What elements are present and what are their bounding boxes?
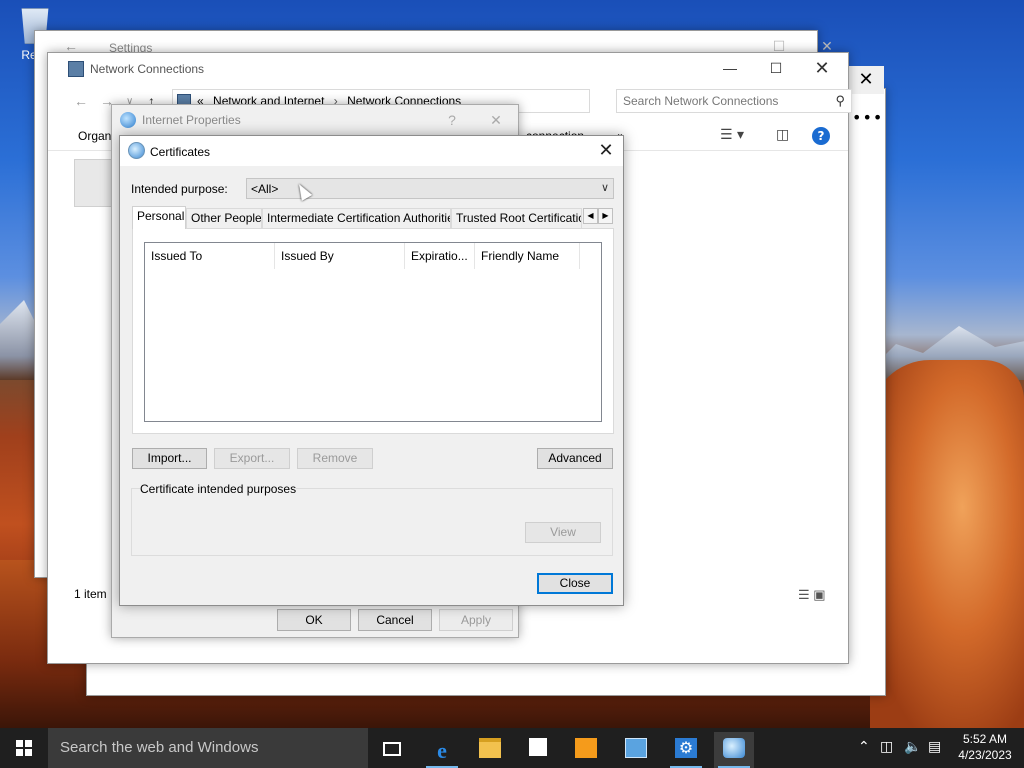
close-icon[interactable]: ✕ <box>808 57 836 79</box>
network-folder-icon <box>68 61 84 77</box>
tab-scroll-left-icon[interactable]: ◀ <box>583 208 598 224</box>
task-view-icon <box>383 742 401 756</box>
certificates-dialog[interactable]: Certificates ✕ Intended purpose: <All> ∨… <box>119 135 624 606</box>
column-issued-by[interactable]: Issued By <box>275 243 405 269</box>
column-expiration[interactable]: Expiratio... <box>405 243 475 269</box>
organize-button[interactable]: Organ <box>78 129 111 143</box>
internet-properties-titlebar[interactable]: Internet Properties ? ✕ <box>112 105 518 135</box>
action-center-icon[interactable]: ▤ <box>928 739 941 755</box>
tab-trusted-root-ca[interactable]: Trusted Root Certification <box>451 208 582 228</box>
minimize-icon[interactable]: — <box>716 57 744 79</box>
tab-other-people[interactable]: Other People <box>186 208 262 228</box>
internet-properties-title: Internet Properties <box>142 113 241 127</box>
rock-arch <box>870 360 1024 728</box>
back-arrow-icon[interactable]: ← <box>74 93 88 109</box>
close-icon[interactable]: ✕ <box>592 140 620 162</box>
network-connections-titlebar[interactable]: Network Connections — ☐ ✕ <box>48 53 848 83</box>
certificates-titlebar[interactable]: Certificates ✕ <box>120 136 623 166</box>
media-taskbar-button[interactable] <box>566 732 606 768</box>
store-taskbar-button[interactable] <box>518 732 558 768</box>
close-icon[interactable]: ✕ <box>848 66 884 94</box>
help-icon[interactable]: ? <box>812 127 830 145</box>
task-view-button[interactable] <box>372 732 412 768</box>
maximize-icon[interactable]: ☐ <box>762 57 790 79</box>
volume-muted-icon[interactable]: 🔈 <box>904 739 921 755</box>
preview-pane-icon[interactable]: ◫ <box>776 127 789 143</box>
network-connections-title: Network Connections <box>90 62 205 76</box>
store-icon <box>529 738 547 756</box>
view-button[interactable]: View <box>525 522 601 543</box>
taskbar-clock[interactable]: 5:52 AM 4/23/2023 <box>952 731 1018 763</box>
show-hidden-icons-icon[interactable]: ⌃ <box>858 739 870 755</box>
tab-scroll-right-icon[interactable]: ▶ <box>598 208 613 224</box>
certificates-taskbar-button[interactable] <box>714 732 754 768</box>
settings-gear-icon: ⚙ <box>675 738 697 758</box>
chevron-down-icon[interactable]: ∨ <box>601 181 609 194</box>
certificates-icon <box>128 142 145 159</box>
edge-taskbar-button[interactable]: e <box>422 732 462 768</box>
search-placeholder: Search Network Connections <box>623 94 779 108</box>
control-panel-icon <box>625 738 647 758</box>
network-status-icon[interactable]: ◫ <box>880 739 893 755</box>
file-explorer-taskbar-button[interactable] <box>470 732 510 768</box>
control-panel-taskbar-button[interactable] <box>616 732 656 768</box>
close-icon[interactable]: ✕ <box>482 109 510 131</box>
edge-icon: e <box>437 738 447 763</box>
intended-purpose-label: Intended purpose: <box>131 182 228 196</box>
details-view-icon[interactable]: ☰ ▣ <box>798 587 826 603</box>
personal-tab-panel: Issued To Issued By Expiratio... Friendl… <box>132 228 614 434</box>
change-view-icon[interactable]: ☰ ▾ <box>720 127 744 143</box>
intended-purposes-label: Certificate intended purposes <box>140 482 297 496</box>
tab-intermediate-ca[interactable]: Intermediate Certification Authorities <box>262 208 451 228</box>
internet-properties-buttons: OK Cancel Apply <box>112 605 518 637</box>
column-issued-to[interactable]: Issued To <box>145 243 275 269</box>
certificates-title: Certificates <box>150 145 211 159</box>
remove-button[interactable]: Remove <box>297 448 373 469</box>
advanced-button[interactable]: Advanced <box>537 448 613 469</box>
taskbar-search-box[interactable]: Search the web and Windows <box>48 728 368 768</box>
file-explorer-icon <box>479 738 501 758</box>
windows-logo-icon <box>16 740 32 756</box>
clock-time: 5:52 AM <box>962 732 1008 746</box>
certificate-tabs: Personal Other People Intermediate Certi… <box>132 206 614 229</box>
certificate-list[interactable]: Issued To Issued By Expiratio... Friendl… <box>144 242 602 422</box>
intended-purpose-value: <All> <box>251 182 279 196</box>
apply-button[interactable]: Apply <box>439 609 513 631</box>
clock-date: 4/23/2023 <box>958 748 1012 762</box>
taskbar-search-text: Search the web and Windows <box>60 739 259 756</box>
tab-personal[interactable]: Personal <box>132 206 186 229</box>
search-input[interactable]: Search Network Connections ⚲ <box>616 89 852 113</box>
cancel-button[interactable]: Cancel <box>358 609 432 631</box>
media-player-icon <box>575 738 597 758</box>
settings-taskbar-button[interactable]: ⚙ <box>666 732 706 768</box>
column-friendly-name[interactable]: Friendly Name <box>475 243 580 269</box>
certificates-icon <box>723 738 745 758</box>
export-button[interactable]: Export... <box>214 448 290 469</box>
close-button[interactable]: Close <box>537 573 613 594</box>
taskbar: Search the web and Windows e ⚙ ⌃ ◫ 🔈 ▤ 5… <box>0 728 1024 768</box>
certificate-list-header: Issued To Issued By Expiratio... Friendl… <box>145 243 601 269</box>
search-icon[interactable]: ⚲ <box>835 93 845 109</box>
help-icon[interactable]: ? <box>438 109 466 131</box>
start-button[interactable] <box>0 728 48 768</box>
ok-button[interactable]: OK <box>277 609 351 631</box>
more-options-icon[interactable]: ••• <box>852 108 883 127</box>
import-button[interactable]: Import... <box>132 448 207 469</box>
internet-options-icon <box>120 112 136 128</box>
item-count: 1 item <box>74 587 107 601</box>
